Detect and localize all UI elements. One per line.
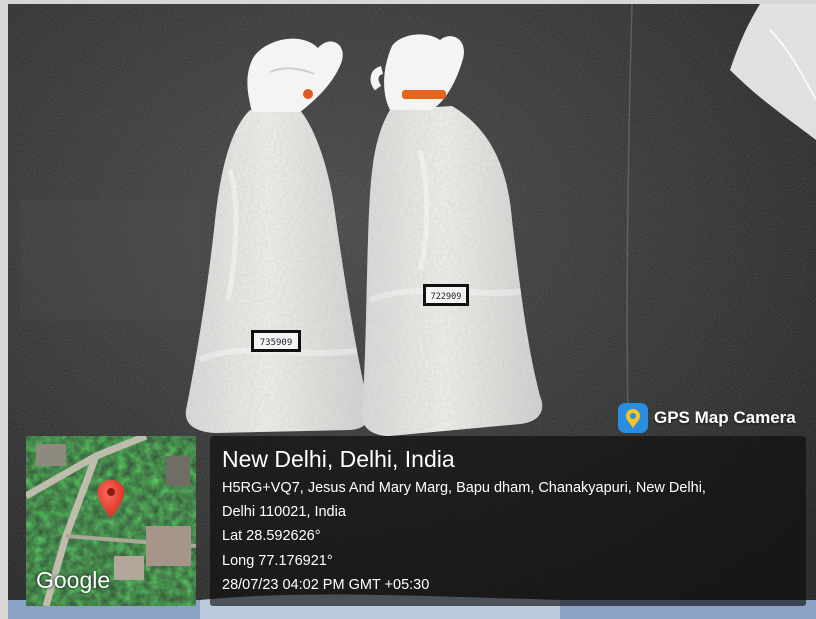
photo-scene: 735909 722909 GPS Map Camera Google New … [0, 0, 816, 619]
address-line-1: H5RG+VQ7, Jesus And Mary Marg, Bapu dham… [222, 480, 706, 496]
longitude: Long 77.176921° [222, 553, 333, 569]
gps-map-camera-label: GPS Map Camera [654, 408, 796, 427]
bag-label-2: 722909 [431, 292, 462, 302]
map-thumbnail: Google [26, 436, 196, 606]
location-info-panel: New Delhi, Delhi, India H5RG+VQ7, Jesus … [210, 436, 806, 606]
address-line-2: Delhi 110021, India [222, 504, 346, 520]
gps-map-camera-badge: GPS Map Camera [618, 402, 796, 434]
latitude: Lat 28.592626° [222, 528, 321, 544]
gps-map-camera-icon [618, 403, 648, 433]
city-title: New Delhi, Delhi, India [222, 446, 455, 472]
bag-label-1: 735909 [260, 338, 293, 348]
google-logo: Google [36, 567, 111, 593]
timestamp: 28/07/23 04:02 PM GMT +05:30 [222, 577, 430, 593]
